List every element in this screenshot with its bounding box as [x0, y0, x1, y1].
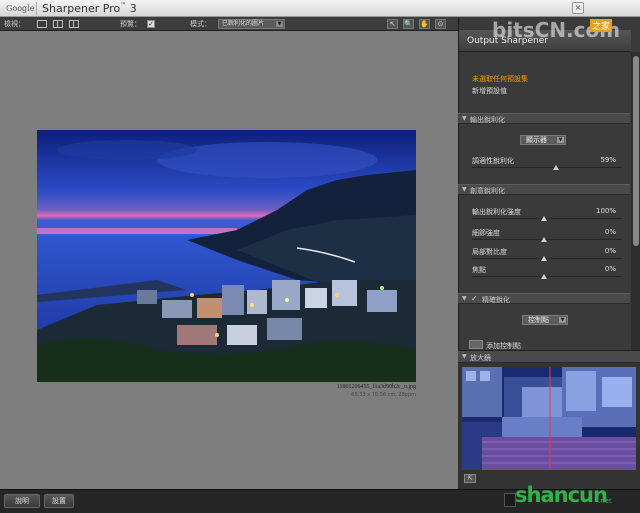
pointer-tool-icon[interactable]: ↖	[387, 19, 398, 29]
section-label: 創意銳利化	[470, 187, 505, 195]
collapse-triangle-icon: ▼	[462, 186, 467, 193]
section-label: 輸出銳利化	[470, 116, 505, 124]
section-selective-sharpening[interactable]: ▼ ✓ 精確銳化	[458, 293, 630, 304]
hand-tool-icon[interactable]: ✋	[419, 19, 430, 29]
watermark-shancun: shancun	[515, 483, 608, 507]
zoom-tool-icon[interactable]: 🔍	[403, 19, 414, 29]
scrollbar-thumb[interactable]	[633, 56, 639, 246]
slider-knob[interactable]	[541, 274, 547, 279]
loupe-view[interactable]	[462, 367, 636, 470]
mode-select-value: 已銳利化的圖片	[222, 20, 265, 27]
detail-slider[interactable]	[472, 237, 622, 243]
loupe-pin-icon[interactable]: ⇱	[464, 474, 476, 483]
settings-button[interactable]: 設置	[44, 494, 74, 508]
slider-track	[472, 167, 622, 168]
strength-slider[interactable]	[472, 216, 622, 222]
add-preset-link[interactable]: 新增預設值	[472, 86, 507, 96]
chevron-down-icon: ▼	[276, 21, 283, 27]
loupe-header[interactable]: ▼ 放大鏡	[458, 351, 640, 363]
side-by-side-view-icon[interactable]	[69, 20, 79, 28]
slider-knob[interactable]	[541, 216, 547, 221]
watermark-badge: 之家	[590, 19, 613, 32]
chevron-down-icon: ▼	[559, 317, 566, 323]
section-output-sharpening[interactable]: ▼ 輸出銳利化	[458, 113, 630, 124]
collapse-triangle-icon: ▼	[462, 115, 467, 122]
trademark-mark: ™	[120, 2, 127, 9]
adaptive-sharpening-slider[interactable]	[472, 165, 622, 171]
fit-tool-icon[interactable]: ⊙	[435, 19, 446, 29]
help-button[interactable]: 說明	[4, 494, 40, 508]
slider-knob[interactable]	[541, 237, 547, 242]
control-points-value: 控制點	[528, 316, 549, 324]
split-view-icon[interactable]	[53, 20, 63, 28]
local-contrast-slider[interactable]	[472, 256, 622, 262]
add-control-point-icon[interactable]	[469, 340, 483, 349]
close-icon[interactable]: ×	[572, 2, 584, 14]
control-value-focus: 0%	[604, 265, 616, 273]
collapse-triangle-icon: ▼	[462, 295, 467, 302]
app-title: Sharpener Pro™ 3	[42, 2, 137, 15]
preview-checkbox[interactable]: ✓	[147, 20, 155, 28]
adaptive-sharpening-value: 59%	[600, 156, 616, 164]
loupe-panel: ▼ 放大鏡 ⇱	[458, 350, 640, 489]
slider-track	[472, 258, 622, 259]
preset-title: 未選取任何預設集	[472, 75, 528, 83]
chevron-down-icon: ▼	[557, 137, 564, 143]
toolbar: 檢視： 預覽： ✓ 模式： 已銳利化的圖片 ▼ ↖ 🔍 ✋ ⊙	[0, 17, 458, 31]
slider-track	[472, 276, 622, 277]
single-view-icon[interactable]	[37, 20, 47, 28]
app-version: 3	[129, 2, 137, 15]
slider-knob[interactable]	[541, 256, 547, 261]
image-canvas[interactable]: 11801206455_f1a3d90b2c_o.jpg 65.53 x 70.…	[0, 31, 458, 489]
title-bar: Google Sharpener Pro™ 3 ×	[0, 0, 640, 17]
section-label: 精確銳化	[482, 296, 510, 304]
control-value-strength: 100%	[595, 207, 616, 215]
section-creative-sharpening[interactable]: ▼ 創意銳利化	[458, 184, 630, 195]
preview-image[interactable]	[37, 130, 416, 382]
control-value-detail: 0%	[604, 228, 616, 236]
loupe-label: 放大鏡	[470, 354, 491, 362]
slider-knob[interactable]	[553, 165, 559, 170]
image-size-info: 65.53 x 70.56 cm, 28ppm	[351, 392, 416, 398]
control-value-local-contrast: 0%	[604, 247, 616, 255]
mode-label: 模式：	[190, 20, 211, 28]
slider-track	[472, 239, 622, 240]
google-logo: Google	[6, 4, 35, 13]
mode-select[interactable]: 已銳利化的圖片 ▼	[218, 19, 285, 29]
output-device-value: 顯示器	[526, 136, 547, 144]
collapse-triangle-icon: ▼	[462, 353, 467, 360]
focus-slider[interactable]	[472, 274, 622, 280]
panel-scrollbar[interactable]	[631, 52, 640, 364]
app-name: Sharpener Pro	[42, 2, 121, 15]
output-device-select[interactable]: 顯示器 ▼	[520, 135, 566, 145]
checkmark-icon[interactable]: ✓	[471, 294, 478, 303]
watermark-shancun-url: .net	[598, 497, 612, 505]
control-points-select[interactable]: 控制點 ▼	[522, 315, 568, 325]
image-filename: 11801206455_f1a3d90b2c_o.jpg	[336, 384, 416, 390]
preview-label: 預覽：	[120, 20, 141, 28]
slider-track	[472, 218, 622, 219]
title-separator	[36, 2, 37, 15]
view-label: 檢視：	[4, 20, 25, 28]
